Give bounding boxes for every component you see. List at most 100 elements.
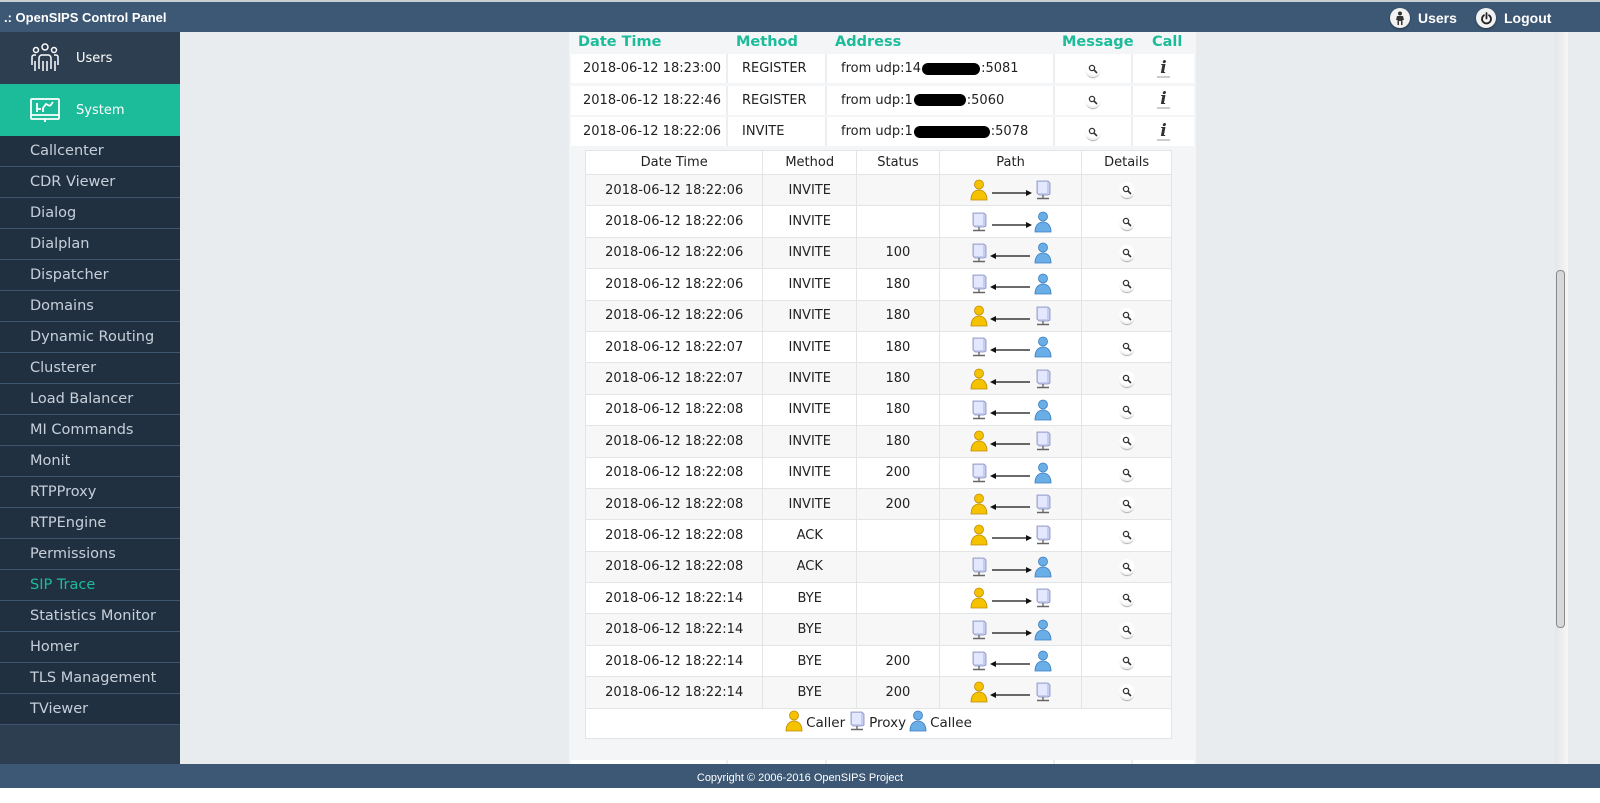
call-flow-row: 2018-06-12 18:22:08 INVITE 180 [586, 394, 1171, 427]
sidebar-item-dialog[interactable]: Dialog [0, 198, 180, 229]
sidebar-item-permissions[interactable]: Permissions [0, 539, 180, 570]
magnifier-icon[interactable] [1085, 123, 1101, 140]
sidebar-item-clusterer[interactable]: Clusterer [0, 353, 180, 384]
cf-path [940, 206, 1083, 237]
sidebar-item-cdr-viewer[interactable]: CDR Viewer [0, 167, 180, 198]
logout-link[interactable]: Logout [1476, 6, 1551, 30]
users-link[interactable]: Users [1390, 6, 1457, 30]
cf-details-button[interactable] [1082, 520, 1171, 550]
trace-method: INVITE [728, 117, 827, 146]
vertical-scrollbar[interactable] [1555, 32, 1568, 780]
module-users[interactable]: Users [0, 32, 180, 84]
cf-details-button[interactable] [1082, 332, 1171, 362]
call-info-button[interactable]: i [1133, 117, 1194, 146]
sidebar-item-dispatcher[interactable]: Dispatcher [0, 260, 180, 291]
cf-details-button[interactable] [1082, 458, 1171, 488]
cf-details-button[interactable] [1082, 175, 1171, 205]
cf-details-button[interactable] [1082, 238, 1171, 268]
cf-details-button[interactable] [1082, 583, 1171, 613]
cf-details-button[interactable] [1082, 301, 1171, 331]
magnifier-icon[interactable] [1118, 276, 1135, 293]
magnifier-icon[interactable] [1118, 370, 1135, 387]
proxy-icon [972, 651, 986, 671]
magnifier-icon[interactable] [1118, 558, 1135, 575]
cf-path [940, 520, 1083, 551]
call-flow-table: Date Time Method Status Path Details 201… [585, 150, 1172, 739]
cf-details-button[interactable] [1082, 489, 1171, 519]
magnifier-icon[interactable] [1118, 496, 1135, 513]
magnifier-icon[interactable] [1118, 653, 1135, 670]
magnifier-icon[interactable] [1118, 307, 1135, 324]
cf-details-button[interactable] [1082, 614, 1171, 644]
cf-details-button[interactable] [1082, 363, 1171, 393]
call-info-button[interactable]: i [1133, 85, 1194, 115]
magnifier-icon[interactable] [1118, 213, 1135, 230]
magnifier-icon[interactable] [1118, 244, 1135, 261]
magnifier-icon[interactable] [1118, 339, 1135, 356]
trace-row[interactable]: 2018-06-12 18:22:46 REGISTER from udp:1 … [571, 85, 1194, 116]
magnifier-icon[interactable] [1118, 527, 1135, 544]
redacted-ip [913, 125, 990, 138]
cf-details-button[interactable] [1082, 426, 1171, 456]
sidebar-item-load-balancer[interactable]: Load Balancer [0, 384, 180, 415]
cf-details-button[interactable] [1082, 677, 1171, 707]
proxy-icon [972, 243, 986, 263]
bottom-strip [0, 788, 1600, 803]
cf-details-button[interactable] [1082, 206, 1171, 236]
magnifier-icon[interactable] [1118, 182, 1135, 199]
users-link-label: Users [1418, 10, 1457, 26]
magnifier-icon[interactable] [1118, 590, 1135, 607]
magnifier-icon[interactable] [1118, 464, 1135, 481]
col-call: Call [1152, 34, 1183, 50]
cf-method: BYE [763, 614, 858, 645]
sidebar-item-statistics-monitor[interactable]: Statistics Monitor [0, 601, 180, 632]
info-icon[interactable]: i [1157, 91, 1170, 109]
cf-details-button[interactable] [1082, 646, 1171, 676]
sidebar-item-dynamic-routing[interactable]: Dynamic Routing [0, 322, 180, 353]
message-button[interactable] [1055, 117, 1133, 146]
cf-path [940, 363, 1083, 394]
callee-icon [1034, 211, 1051, 232]
cf-details-button[interactable] [1082, 552, 1171, 582]
cf-details-button[interactable] [1082, 269, 1171, 299]
magnifier-icon[interactable] [1085, 60, 1101, 77]
sidebar-item-callcenter[interactable]: Callcenter [0, 136, 180, 167]
callee-icon [1034, 242, 1051, 264]
message-button[interactable] [1055, 85, 1133, 115]
cf-details-button[interactable] [1082, 395, 1171, 425]
cf-status: 200 [857, 457, 940, 488]
cf-status [857, 583, 940, 614]
sidebar-item-sip-trace[interactable]: SIP Trace [0, 570, 180, 601]
sidebar-item-rtpproxy[interactable]: RTPProxy [0, 477, 180, 508]
sidebar-item-tviewer[interactable]: TViewer [0, 694, 180, 725]
sidebar-item-monit[interactable]: Monit [0, 446, 180, 477]
call-flow-row: 2018-06-12 18:22:14 BYE 200 [586, 677, 1171, 709]
info-icon[interactable]: i [1157, 122, 1170, 141]
cf-status [857, 614, 940, 645]
info-icon[interactable]: i [1157, 59, 1170, 78]
sidebar-item-homer[interactable]: Homer [0, 632, 180, 663]
sidebar-item-tls-management[interactable]: TLS Management [0, 663, 180, 694]
magnifier-icon[interactable] [1118, 684, 1135, 701]
trace-row[interactable]: 2018-06-12 18:23:00 REGISTER from udp:14… [571, 54, 1194, 84]
magnifier-icon[interactable] [1118, 621, 1135, 638]
magnifier-icon[interactable] [1118, 401, 1135, 418]
trace-row[interactable]: 2018-06-12 18:22:06 INVITE from udp:1 :5… [571, 117, 1194, 147]
trace-address: from udp:1 :5078 [827, 117, 1055, 146]
cf-status: 180 [857, 363, 940, 394]
message-button[interactable] [1055, 54, 1133, 83]
call-info-button[interactable]: i [1133, 54, 1194, 83]
magnifier-icon[interactable] [1118, 433, 1135, 450]
cf-method: INVITE [763, 237, 858, 269]
proxy-icon [1036, 431, 1050, 451]
cf-status: 200 [857, 645, 940, 677]
trace-address: from udp:1 :5060 [827, 85, 1055, 115]
scrollbar-thumb[interactable] [1556, 270, 1565, 628]
sidebar-item-rtpengine[interactable]: RTPEngine [0, 508, 180, 539]
module-system[interactable]: System [0, 84, 180, 136]
sidebar-item-dialplan[interactable]: Dialplan [0, 229, 180, 260]
proxy-icon [1036, 180, 1050, 200]
magnifier-icon[interactable] [1085, 92, 1101, 108]
sidebar-item-mi-commands[interactable]: MI Commands [0, 415, 180, 446]
sidebar-item-domains[interactable]: Domains [0, 291, 180, 322]
